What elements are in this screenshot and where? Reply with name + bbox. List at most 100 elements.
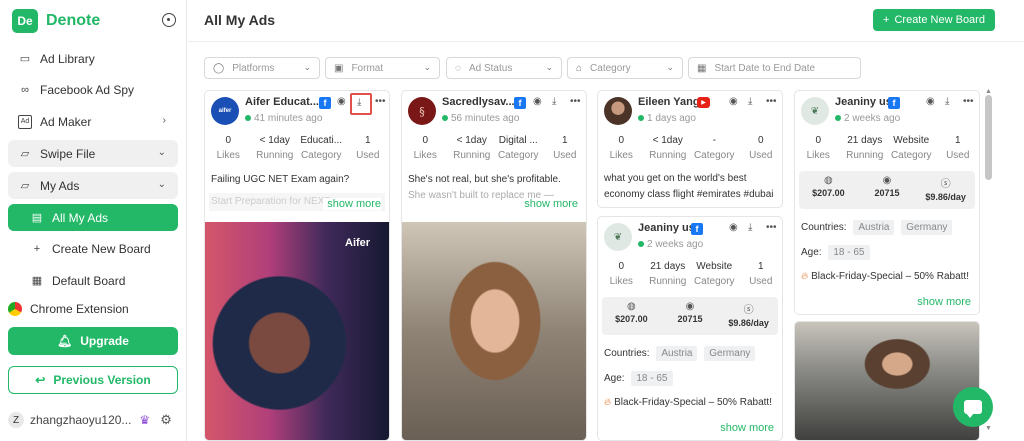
stat-likes: 0 Likes: [795, 133, 842, 163]
logo[interactable]: De Denote: [12, 9, 100, 33]
stat-value: 0: [618, 261, 625, 272]
library-icon: ▭: [19, 53, 31, 65]
ad-card[interactable]: Eileen Yang 1 days ago ▶ ◉ ⤓ ••• 0 Likes …: [597, 90, 783, 208]
category-filter[interactable]: ⌂ Category ⌄: [567, 57, 683, 79]
chat-support-button[interactable]: [953, 387, 993, 427]
user-row[interactable]: Z zhangzhaoyu120... ♛ ⚙: [8, 410, 180, 430]
download-icon[interactable]: ⤓: [945, 96, 949, 107]
metric-value: $207.00: [615, 314, 648, 324]
money-bag-icon: ◍: [626, 301, 636, 312]
ad-card[interactable]: § Sacredlysav... 56 minutes ago f ◉ ⤓ ••…: [401, 90, 587, 441]
eye-icon[interactable]: ◉: [337, 96, 346, 107]
live-dot: [442, 115, 448, 122]
chevron-down-icon: ⌄: [666, 62, 674, 72]
timestamp: 2 weeks ago: [835, 113, 900, 124]
stat-label: Used: [356, 150, 380, 161]
stat-likes: 0 Likes: [598, 133, 645, 163]
eye-icon[interactable]: ◉: [729, 222, 738, 233]
stat-value: < 1day: [456, 135, 487, 146]
dollar-icon: ⓢ: [743, 305, 754, 316]
more-icon[interactable]: •••: [963, 96, 974, 107]
more-icon[interactable]: •••: [766, 222, 777, 233]
sidebar-item-label: All My Ads: [52, 210, 109, 225]
chevron-down-icon: ⌄: [303, 62, 311, 72]
eye-icon[interactable]: ◉: [926, 96, 935, 107]
stat-likes: 0 Likes: [598, 259, 645, 289]
metrics-panel: ◍ $207.00 ◉ 20715 ⓢ $9.86/day: [799, 171, 975, 209]
download-icon[interactable]: ⤓: [552, 96, 556, 107]
show-more-link[interactable]: show more: [323, 198, 381, 210]
promo-text: Black-Friday-Special – 50% Rabatt!: [614, 397, 772, 408]
show-more-link[interactable]: show more: [913, 296, 971, 308]
gear-icon[interactable]: ⚙: [160, 412, 172, 428]
platforms-filter[interactable]: ◯ Platforms ⌄: [204, 57, 320, 79]
timestamp: 41 minutes ago: [245, 113, 322, 124]
more-icon[interactable]: •••: [766, 96, 777, 107]
stat-category: Website Category: [691, 259, 738, 289]
sidebar-item-label: Default Board: [52, 273, 126, 288]
age-tag: 18 - 65: [828, 245, 870, 260]
more-icon[interactable]: •••: [375, 96, 386, 107]
folder-icon: ▱: [20, 148, 30, 160]
folder-icon: ▱: [20, 180, 30, 192]
show-more-link[interactable]: show more: [520, 198, 578, 210]
ad-card[interactable]: ❦ Jeaniny us 2 weeks ago f ◉ ⤓ ••• 0 Like…: [597, 216, 783, 441]
sidebar-item-all-my-ads[interactable]: ▤ All My Ads: [8, 204, 178, 231]
avatar: Z: [8, 412, 24, 428]
chrome-icon: [8, 301, 22, 316]
youtube-icon: ▶: [697, 97, 710, 108]
ad-image[interactable]: [795, 322, 979, 440]
countries-row: Countries: Austria Germany: [604, 346, 756, 361]
create-new-board-button[interactable]: + Create New Board: [873, 9, 995, 31]
format-icon: ▣: [334, 62, 344, 74]
sidebar-item-create-new-board[interactable]: + Create New Board: [8, 235, 178, 262]
date-range-input[interactable]: ▦ Start Date to End Date: [688, 57, 861, 79]
previous-version-button[interactable]: ↩ Previous Version: [8, 366, 178, 394]
download-icon[interactable]: ⤓: [748, 96, 752, 107]
show-more-link[interactable]: show more: [716, 422, 774, 434]
eye-icon[interactable]: ◉: [729, 96, 738, 107]
country-tag: Germany: [704, 346, 756, 361]
metrics-panel: ◍ $207.00 ◉ 20715 ⓢ $9.86/day: [602, 297, 778, 335]
logo-mark: De: [12, 9, 38, 33]
scroll-up-arrow[interactable]: ▲: [985, 88, 992, 95]
sidebar-item-default-board[interactable]: ▦ Default Board: [8, 267, 178, 294]
ad-card[interactable]: aifer Aifer Educat... 41 minutes ago f ◉…: [204, 90, 390, 441]
upgrade-button[interactable]: 🔔︎ Upgrade: [8, 327, 178, 355]
sidebar-item-label: Ad Maker: [40, 114, 92, 129]
ad-image[interactable]: Aifer: [205, 222, 389, 440]
stat-label: Running: [649, 276, 687, 287]
more-icon[interactable]: •••: [570, 96, 581, 107]
metric-spend: ◍ $207.00: [602, 297, 661, 335]
stat-used: 1 Used: [935, 133, 980, 163]
ad-image[interactable]: [402, 222, 586, 440]
format-filter[interactable]: ▣ Format ⌄: [325, 57, 440, 79]
stat-running: 21 days Running: [842, 133, 889, 163]
download-icon[interactable]: ⤓: [748, 222, 752, 233]
collapse-sidebar-icon[interactable]: [162, 13, 176, 27]
stat-label: Used: [553, 150, 577, 161]
advertiser-name: Jeaniny us: [835, 96, 892, 108]
ad-card[interactable]: ❦ Jeaniny us 2 weeks ago f ◉ ⤓ ••• 0 Like…: [794, 90, 980, 315]
ad-status-filter[interactable]: ◌ Ad Status ⌄: [446, 57, 562, 79]
sidebar-item-facebook-ad-spy[interactable]: ∞ Facebook Ad Spy: [8, 76, 178, 103]
timestamp: 56 minutes ago: [442, 113, 519, 124]
eye-icon[interactable]: ◉: [533, 96, 542, 107]
scrollbar-thumb[interactable]: [985, 95, 992, 180]
sidebar-item-ad-library[interactable]: ▭ Ad Library: [8, 45, 178, 72]
download-icon[interactable]: ⤓: [357, 97, 361, 108]
live-dot: [638, 115, 644, 122]
upgrade-label: Upgrade: [80, 334, 129, 348]
ads-icon: ▤: [31, 212, 43, 224]
sidebar-item-ad-maker[interactable]: Ad Ad Maker ›: [8, 108, 178, 135]
country-tag: Austria: [656, 346, 698, 361]
stat-running: < 1day Running: [645, 133, 692, 163]
sidebar-item-swipe-file[interactable]: ▱ Swipe File ⌄: [8, 140, 178, 167]
stat-label: Used: [749, 276, 773, 287]
scroll-down-arrow[interactable]: ▼: [985, 425, 992, 432]
ad-card[interactable]: [794, 321, 980, 441]
plus-icon: +: [883, 14, 890, 26]
sidebar-item-chrome-extension[interactable]: Chrome Extension: [8, 295, 178, 322]
sidebar-item-my-ads[interactable]: ▱ My Ads ⌄: [8, 172, 178, 199]
time-text: 1 days ago: [647, 113, 696, 124]
